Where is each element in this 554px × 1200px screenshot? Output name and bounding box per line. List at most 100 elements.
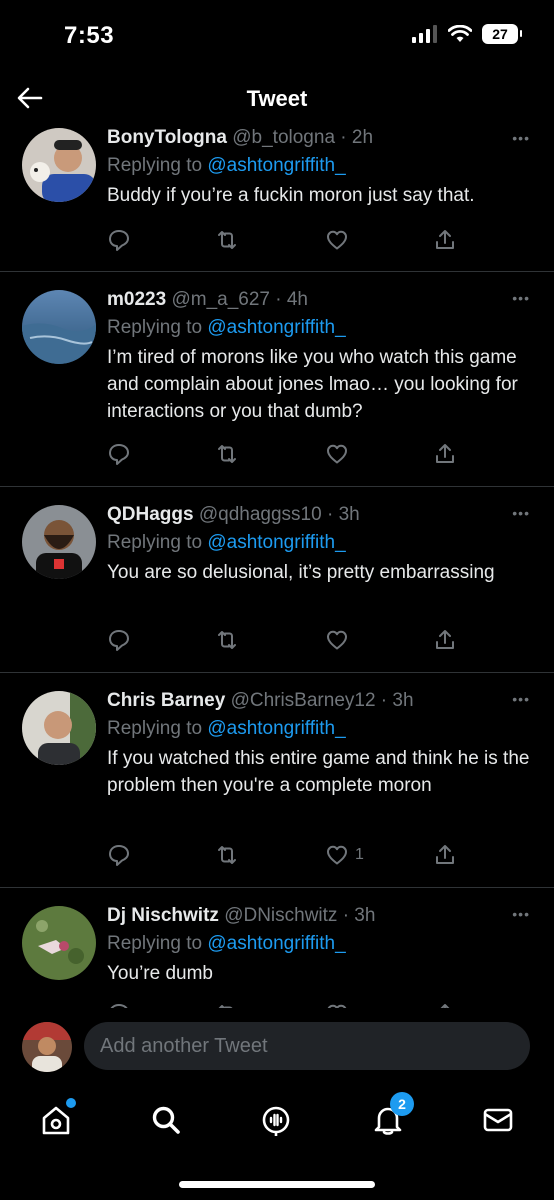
reply-button[interactable] [107, 628, 131, 652]
cellular-signal-icon [412, 25, 437, 43]
share-icon [436, 845, 454, 864]
tweet-actions: 1 [107, 843, 457, 869]
replying-prefix: Replying to [107, 933, 203, 954]
tweet-text: If you watched this entire game and thin… [107, 748, 530, 796]
replying-to: Replying to @ashtongriffith_ [107, 931, 534, 957]
replying-prefix: Replying to [107, 718, 203, 739]
page-title: Tweet [246, 86, 308, 111]
retweet-icon [218, 631, 236, 649]
author-name[interactable]: m0223 [107, 289, 166, 310]
avatar[interactable] [22, 906, 96, 980]
tweet-item[interactable]: Dj Nischwitz @DNischwitz · 3h Replying t… [0, 888, 554, 1008]
like-button[interactable] [325, 442, 355, 466]
more-options-button[interactable]: ••• [512, 130, 530, 146]
compose-bar [0, 1008, 554, 1084]
replying-prefix: Replying to [107, 532, 203, 553]
tweet-text: I’m tired of morons like you who watch t… [107, 347, 518, 422]
retweet-button[interactable] [215, 228, 239, 252]
reply-icon [109, 630, 129, 651]
battery-indicator: 27 [482, 24, 522, 44]
avatar[interactable] [22, 691, 96, 765]
author-handle: @b_tologna · 2h [232, 128, 374, 148]
share-button[interactable] [433, 843, 457, 867]
tab-spaces[interactable] [256, 1100, 296, 1140]
reply-input[interactable] [84, 1022, 530, 1070]
like-count: 1 [355, 846, 364, 863]
more-options-button[interactable]: ••• [512, 505, 530, 521]
author-handle: @m_a_627 · 4h [171, 289, 308, 310]
reply-button[interactable] [107, 228, 131, 252]
status-icons: 27 [412, 24, 522, 44]
user-avatar[interactable] [22, 1022, 72, 1072]
avatar[interactable] [22, 290, 96, 364]
tweet-item[interactable]: QDHaggs @qdhaggss10 · 3h Replying to @as… [0, 487, 554, 673]
heart-icon [327, 630, 347, 650]
like-button[interactable] [325, 228, 355, 252]
share-button[interactable] [433, 442, 457, 466]
reply-icon [109, 230, 129, 251]
heart-icon [327, 845, 347, 865]
home-indicator [179, 1181, 375, 1188]
envelope-icon [483, 1108, 513, 1132]
replying-prefix: Replying to [107, 155, 203, 176]
more-options-button[interactable]: ••• [512, 906, 530, 922]
retweet-button[interactable] [215, 628, 239, 652]
retweet-icon [218, 445, 236, 463]
tweet-actions [107, 228, 457, 254]
like-button[interactable]: 1 [325, 843, 364, 867]
mention-link[interactable]: @ashtongriffith_ [207, 317, 345, 338]
mention-link[interactable]: @ashtongriffith_ [207, 718, 345, 739]
author-handle: @qdhaggss10 · 3h [198, 504, 360, 525]
like-button[interactable] [325, 628, 355, 652]
tab-search[interactable] [146, 1100, 186, 1140]
author-name[interactable]: QDHaggs [107, 504, 194, 525]
tweet-text: You are so delusional, it’s pretty embar… [107, 562, 495, 583]
retweet-icon [218, 846, 236, 864]
reply-icon [109, 444, 129, 465]
status-bar: 7:53 27 [0, 0, 554, 70]
author-handle: @DNischwitz · 3h [224, 905, 376, 926]
tweet-item[interactable]: Chris Barney @ChrisBarney12 · 3h Replyin… [0, 673, 554, 888]
share-icon [436, 630, 454, 649]
reply-feed[interactable]: BonyTologna @b_tologna · 2h Replying to … [0, 128, 554, 1008]
header: Tweet [0, 70, 554, 128]
replying-to: Replying to @ashtongriffith_ [107, 716, 534, 742]
replying-to: Replying to @ashtongriffith_ [107, 315, 534, 341]
more-options-button[interactable]: ••• [512, 691, 530, 707]
mention-link[interactable]: @ashtongriffith_ [207, 155, 345, 176]
more-options-button[interactable]: ••• [512, 290, 530, 306]
mention-link[interactable]: @ashtongriffith_ [207, 933, 345, 954]
search-icon [152, 1106, 180, 1134]
author-handle: @ChrisBarney12 · 3h [230, 690, 414, 711]
retweet-icon [218, 231, 236, 249]
home-icon [42, 1106, 70, 1135]
replying-prefix: Replying to [107, 317, 203, 338]
tweet-item[interactable]: m0223 @m_a_627 · 4h Replying to @ashtong… [0, 272, 554, 487]
author-name[interactable]: Dj Nischwitz [107, 905, 219, 926]
mention-link[interactable]: @ashtongriffith_ [207, 532, 345, 553]
reply-button[interactable] [107, 843, 131, 867]
share-button[interactable] [433, 228, 457, 252]
share-icon [436, 444, 454, 463]
tab-home[interactable] [36, 1098, 76, 1140]
tab-messages[interactable] [478, 1100, 518, 1140]
notifications-badge: 2 [390, 1092, 414, 1116]
avatar[interactable] [22, 128, 96, 202]
tweet-text: You’re dumb [107, 963, 213, 984]
share-button[interactable] [433, 628, 457, 652]
wifi-icon [448, 25, 472, 42]
avatar[interactable] [22, 505, 96, 579]
retweet-button[interactable] [215, 843, 239, 867]
author-name[interactable]: BonyTologna [107, 128, 227, 148]
tab-notifications[interactable]: 2 [368, 1092, 414, 1140]
retweet-button[interactable] [215, 442, 239, 466]
tweet-actions [107, 628, 457, 654]
spaces-icon [262, 1106, 290, 1136]
heart-icon [327, 230, 347, 250]
reply-icon [109, 845, 129, 866]
replying-to: Replying to @ashtongriffith_ [107, 530, 534, 556]
author-name[interactable]: Chris Barney [107, 690, 225, 711]
tweet-item[interactable]: BonyTologna @b_tologna · 2h Replying to … [0, 128, 554, 272]
tweet-actions [107, 442, 457, 468]
reply-button[interactable] [107, 442, 131, 466]
